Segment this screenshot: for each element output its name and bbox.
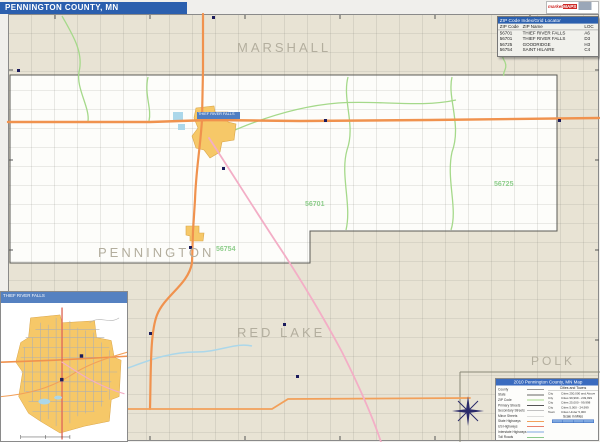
county-label-pennington: PENNINGTON	[98, 245, 214, 260]
logo-text-market: market	[548, 4, 563, 9]
title-bar: PENNINGTON COUNTY, MN	[0, 2, 187, 14]
us-hwy-swatch	[527, 426, 544, 427]
zip-index-table: ZIP Code Index/Grid Locator ZIP Code ZIP…	[497, 16, 599, 57]
city-class-desc: Cities 250,000 and Above	[561, 392, 595, 395]
legend-cities-section: Cities and Towns CityCities 250,000 and …	[548, 387, 598, 415]
city-class-label: City	[548, 406, 561, 409]
county-line-swatch	[527, 389, 544, 390]
city-name-text: THIEF RIVER FALLS	[198, 112, 240, 116]
toll-road-swatch	[527, 437, 544, 438]
col-zip-code: ZIP Code	[498, 24, 523, 30]
inset-city-polygon	[16, 315, 121, 433]
city-class-desc: Cities 5,000 - 24,999	[561, 406, 589, 409]
loc-cell: C4	[584, 47, 598, 53]
zip-label-56754: 56754	[216, 246, 235, 253]
city-class-desc: Cities Under 5,000	[561, 411, 586, 414]
logo-text-maps: MAPS	[563, 4, 577, 9]
marketmaps-logo: marketMAPS	[546, 1, 599, 14]
state-line-swatch	[527, 394, 544, 395]
inset-title-bar: THIEF RIVER FALLS	[1, 292, 127, 303]
legend-item-us-hwy: US Highways	[498, 425, 527, 429]
county-label-marshall: MARSHALL	[237, 40, 331, 55]
legend-item-county: County	[498, 388, 527, 392]
inset-title: THIEF RIVER FALLS	[3, 293, 113, 298]
city-class-label: City	[548, 392, 561, 395]
scale-bar: Scale in Miles	[552, 415, 594, 423]
county-label-polk: POLK	[531, 354, 575, 368]
city-class-desc: Cities 99,999 - 249,999	[561, 397, 592, 400]
legend-item-zip: ZIP Code	[498, 398, 527, 402]
logo-address-block	[578, 2, 591, 10]
legend-item-toll: Toll Roads	[498, 436, 527, 440]
secondary-street-swatch	[527, 411, 544, 412]
legend-item-minor: Minor Streets	[498, 414, 527, 418]
legend-line-items: County State ZIP Code Primary Streets Se…	[498, 387, 546, 440]
zip-label-56701: 56701	[305, 201, 324, 208]
cities-towns-header: Cities and Towns	[548, 387, 598, 391]
legend-item-secondary: Secondary Streets	[498, 409, 527, 413]
city-class-desc: Cities 25,000 - 99,998	[561, 402, 590, 405]
page-title: PENNINGTON COUNTY, MN	[5, 3, 119, 12]
legend-item-state: State	[498, 393, 527, 397]
inset-map: THIEF RIVER FALLS	[0, 291, 128, 442]
legend: 2010 Pennington County, MN Map County St…	[495, 378, 599, 441]
zip-line-swatch	[527, 400, 544, 401]
state-hwy-swatch	[527, 421, 544, 422]
scale-label: Scale in Miles	[552, 415, 594, 419]
map-page: MARSHALL PENNINGTON RED LAKE POLK 56701 …	[0, 0, 600, 442]
legend-item-state-hwy: State Highways	[498, 420, 527, 424]
name-cell: SAINT HILAIRE	[523, 47, 585, 53]
scale-bar-graphic	[552, 420, 594, 424]
city-class-label: City	[548, 402, 561, 405]
county-label-red-lake: RED LAKE	[237, 325, 325, 340]
zip-cell: 56754	[498, 47, 523, 53]
minor-street-swatch	[527, 416, 544, 417]
legend-title: 2010 Pennington County, MN Map	[496, 379, 599, 386]
legend-item-primary: Primary Streets	[498, 404, 527, 408]
legend-item-interstate: Interstate Highways	[498, 430, 527, 434]
interstate-swatch	[527, 432, 544, 433]
city-class-label: City	[548, 397, 561, 400]
zip-label-56725: 56725	[494, 181, 513, 188]
city-name-callout: THIEF RIVER FALLS	[197, 112, 240, 119]
zip-index-row: 56754 SAINT HILAIRE C4	[498, 47, 599, 53]
inset-art	[1, 303, 127, 441]
primary-street-swatch	[527, 405, 544, 406]
col-loc: LOC	[584, 24, 598, 30]
col-zip-name: ZIP Name	[523, 24, 585, 30]
city-class-label: Town	[548, 411, 561, 414]
compass-rose-icon	[452, 396, 484, 426]
